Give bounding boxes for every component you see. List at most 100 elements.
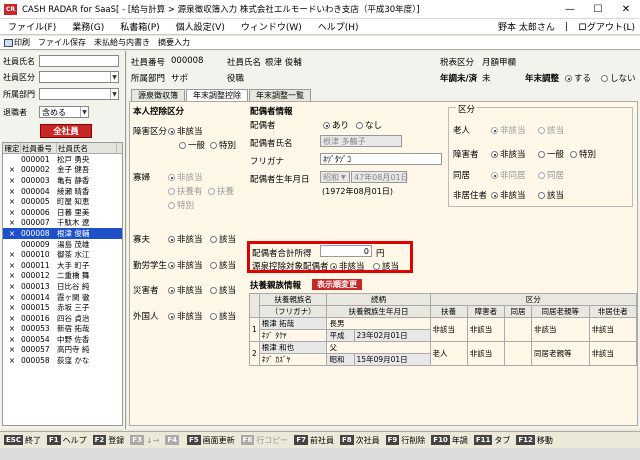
emp-name-input[interactable] — [39, 55, 119, 67]
fkey-f11[interactable]: F11 タブ — [473, 435, 510, 446]
table-row[interactable]: × 000015 赤坂 三子 — [3, 302, 122, 313]
retired-select[interactable]: 含める ▼ — [39, 106, 89, 118]
table-row[interactable]: × 000003 亀有 静香 — [3, 175, 122, 186]
dep-rouoya[interactable]: 同居老親等 — [531, 341, 590, 366]
widow-dep-yes-radio[interactable]: 扶養有 — [168, 185, 203, 197]
spouse-birth-field[interactable]: 47年08月01日 — [351, 171, 409, 183]
unpaid-salary-button[interactable]: 未払給与内書き — [90, 37, 154, 48]
elderly-yes-radio[interactable]: 該当 — [538, 124, 564, 136]
fkey-f2[interactable]: F2 登録 — [92, 435, 124, 446]
fkey-f4[interactable]: F4 — [165, 435, 181, 445]
living-yes-radio[interactable]: 同居 — [538, 169, 564, 181]
disability-general-radio[interactable]: 一般 — [179, 139, 205, 151]
menu-help[interactable]: ヘルプ(H) — [310, 20, 367, 33]
fkey-f10[interactable]: F10 年調 — [431, 435, 468, 446]
table-row[interactable]: × 000011 大手 町子 — [3, 260, 122, 271]
disaster-none-radio[interactable]: 非該当 — [168, 284, 203, 296]
dep-era[interactable]: 平成 — [326, 329, 355, 342]
close-button[interactable]: ✕ — [612, 0, 640, 19]
disabled-none-radio[interactable]: 非該当 — [491, 148, 526, 160]
dep-birth[interactable]: 15年09月01日 — [353, 353, 431, 366]
nencho-yes-radio[interactable]: する — [565, 72, 591, 84]
table-row[interactable]: × 000016 四谷 貞治 — [3, 313, 122, 324]
disabled-general-radio[interactable]: 一般 — [538, 148, 564, 160]
dep-birth[interactable]: 23年02月01日 — [353, 329, 431, 342]
dep-relation[interactable]: 父 — [326, 341, 431, 354]
spouse-no-radio[interactable]: なし — [356, 119, 382, 131]
disaster-yes-radio[interactable]: 該当 — [210, 284, 236, 296]
student-none-radio[interactable]: 非該当 — [168, 259, 203, 271]
widow-special-radio[interactable]: 特別 — [168, 199, 194, 211]
withhold-yes-radio[interactable]: 該当 — [373, 260, 399, 272]
fkey-f1[interactable]: F1 ヘルプ — [46, 435, 87, 446]
menu-window[interactable]: ウィンドウ(W) — [233, 20, 310, 33]
foreigner-none-radio[interactable]: 非該当 — [168, 310, 203, 322]
all-employees-button[interactable]: 全社員 — [40, 124, 92, 138]
minimize-button[interactable]: — — [556, 0, 584, 19]
widower-yes-radio[interactable]: 該当 — [210, 233, 236, 245]
nonresident-none-radio[interactable]: 非該当 — [491, 189, 526, 201]
dep-shogai[interactable]: 非該当 — [466, 341, 505, 366]
table-row[interactable]: × 000002 金子 健吾 — [3, 165, 122, 176]
table-row[interactable]: 2 根津 和也 父 老人 非該当 同居老親等 非該当 — [249, 341, 638, 366]
widow-none-radio[interactable]: 非該当 — [168, 171, 203, 183]
table-row[interactable]: × 000054 中野 佐香 — [3, 334, 122, 345]
dep-era[interactable]: 昭和 — [326, 353, 355, 366]
table-row[interactable]: × 000053 新宿 拓哉 — [3, 324, 122, 335]
fkey-f12[interactable]: F12 移動 — [516, 435, 553, 446]
nonresident-yes-radio[interactable]: 該当 — [538, 189, 564, 201]
tab-withholding-book[interactable]: 源泉徴収簿 — [131, 89, 185, 101]
withhold-none-radio[interactable]: 非該当 — [330, 260, 365, 272]
dep-hikyo[interactable]: 非該当 — [588, 317, 638, 342]
table-row[interactable]: 000009 湯島 茂雄 — [3, 239, 122, 250]
fkey-f7[interactable]: F7 前社員 — [294, 435, 334, 446]
dep-name[interactable]: 根津 和也 — [258, 341, 328, 354]
menu-business[interactable]: 業務(G) — [64, 20, 112, 33]
dep-name[interactable]: 根津 拓哉 — [258, 317, 328, 330]
spouse-kana-field[interactable]: ﾈﾂﾞﾀﾂﾞｺ — [320, 153, 442, 165]
table-row[interactable]: × 000007 千駄木 遼 — [3, 218, 122, 229]
widower-none-radio[interactable]: 非該当 — [168, 233, 203, 245]
fkey-f3[interactable]: F3 ↓→ — [130, 435, 159, 445]
fkey-f5[interactable]: F5 画面更新 — [187, 435, 235, 446]
table-row[interactable]: 000001 松戸 勇央 — [3, 154, 122, 165]
fkey-f9[interactable]: F9 行削除 — [385, 435, 425, 446]
dep-dokyo[interactable] — [503, 341, 533, 366]
fkey-f6[interactable]: F6 行コピー — [240, 435, 288, 446]
dep-hikyo[interactable]: 非該当 — [588, 341, 638, 366]
disabled-special-radio[interactable]: 特別 — [570, 148, 596, 160]
spouse-name-field[interactable]: 根津 多鶴子 — [320, 135, 402, 147]
table-row[interactable]: × 000057 高円寺 純 — [3, 345, 122, 356]
table-row[interactable]: × 000006 日暮 里美 — [3, 207, 122, 218]
dep-fuyo[interactable]: 老人 — [429, 341, 468, 366]
table-row[interactable]: 1 根津 拓哉 長男 非該当 非該当 非該当 非該当 — [249, 317, 638, 342]
menu-file[interactable]: ファイル(F) — [0, 20, 64, 33]
dep-kana[interactable]: ﾈﾂﾞ ｶｽﾞﾔ — [258, 353, 328, 366]
print-button[interactable]: 印刷 — [0, 37, 34, 48]
table-row[interactable]: × 000012 二重橋 舞 — [3, 271, 122, 282]
tab-year-end-deduction[interactable]: 年末調整控除 — [186, 89, 248, 101]
disability-none-radio[interactable]: 非該当 — [168, 125, 203, 137]
menu-personal-settings[interactable]: 個人設定(V) — [168, 20, 233, 33]
file-save-button[interactable]: ファイル保存 — [34, 37, 90, 48]
dep-rouoya[interactable]: 非該当 — [531, 317, 590, 342]
dep-relation[interactable]: 長男 — [326, 317, 431, 330]
nencho-no-radio[interactable]: しない — [601, 72, 636, 84]
dep-shogai[interactable]: 非該当 — [466, 317, 505, 342]
maximize-button[interactable]: ☐ — [584, 0, 612, 19]
spouse-yes-radio[interactable]: あり — [323, 119, 349, 131]
foreigner-yes-radio[interactable]: 該当 — [210, 310, 236, 322]
table-row-selected[interactable]: × 000008 根津 俊輔 — [3, 228, 122, 239]
menu-mailbox[interactable]: 私書箱(P) — [112, 20, 167, 33]
disability-special-radio[interactable]: 特別 — [210, 139, 236, 151]
tab-year-end-list[interactable]: 年末調整一覧 — [249, 89, 311, 101]
dep-dokyo[interactable] — [503, 317, 533, 342]
fkey-f8[interactable]: F8 次社員 — [339, 435, 380, 446]
logout-link[interactable]: ログアウト(L) — [573, 20, 640, 33]
table-row[interactable]: × 000010 御茶 水江 — [3, 249, 122, 260]
student-yes-radio[interactable]: 該当 — [210, 259, 236, 271]
summary-input-button[interactable]: 摘要入力 — [154, 37, 194, 48]
table-row[interactable]: × 000013 日比谷 純 — [3, 281, 122, 292]
spouse-income-field[interactable]: 0 — [320, 245, 372, 257]
widow-dep-radio[interactable]: 扶養 — [208, 185, 234, 197]
